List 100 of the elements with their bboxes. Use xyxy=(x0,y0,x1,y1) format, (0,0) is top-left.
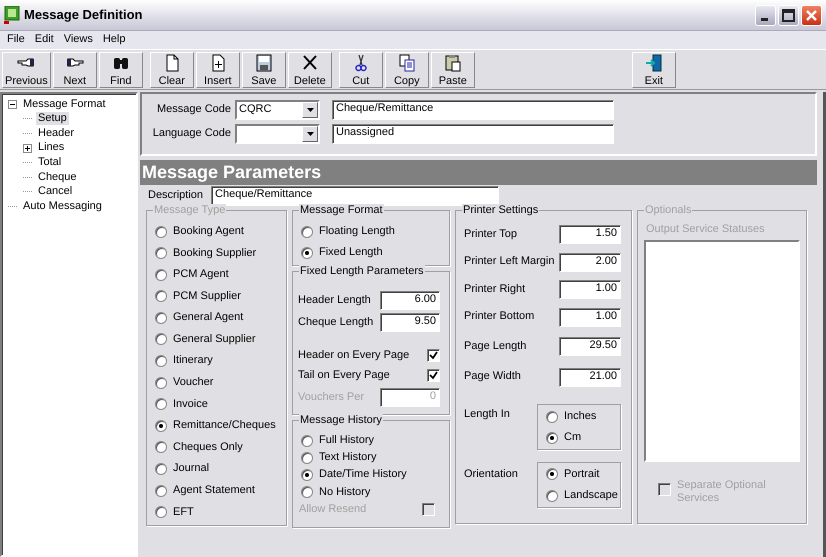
toolbar-button[interactable]: Find xyxy=(98,52,143,88)
radio-label: Landscape xyxy=(564,489,618,502)
field-label: Description xyxy=(148,189,204,203)
radio-label: Cm xyxy=(564,431,582,444)
exit-door-icon xyxy=(644,54,663,72)
number-field[interactable]: 6.00 xyxy=(380,291,440,310)
description-field[interactable]: Cheque/Remittance xyxy=(211,186,500,206)
window-title: Message Definition xyxy=(24,7,142,23)
name-field[interactable]: Unassigned xyxy=(332,124,614,144)
name-field[interactable]: Cheque/Remittance xyxy=(332,100,614,120)
radio-label: Journal xyxy=(173,462,210,476)
radio-label: Itinerary xyxy=(173,354,213,368)
menu-item[interactable]: Edit xyxy=(30,33,59,47)
radio-button[interactable] xyxy=(301,246,313,259)
field-label: Language Code xyxy=(152,127,231,141)
section-title: Message Parameters xyxy=(140,160,817,185)
field-label: Page Width xyxy=(464,370,521,384)
field-label: Printer Bottom xyxy=(464,310,534,324)
tree-item[interactable]: Header xyxy=(36,126,76,140)
toolbar-button[interactable]: Delete xyxy=(288,52,332,88)
radio-label: Invoice xyxy=(173,398,208,411)
minimize-button[interactable] xyxy=(755,4,776,26)
number-field[interactable]: 21.00 xyxy=(559,368,621,386)
menu-item[interactable]: File xyxy=(2,33,30,47)
status-list[interactable] xyxy=(644,240,800,462)
cross-icon xyxy=(300,54,319,72)
tree-item[interactable]: Auto Messaging xyxy=(21,200,104,214)
number-field[interactable]: 1.00 xyxy=(559,280,621,299)
tree-item[interactable]: Total xyxy=(36,156,64,170)
field-label: Header Length xyxy=(298,294,371,308)
maximize-button[interactable] xyxy=(778,4,799,26)
close-icon xyxy=(805,8,818,22)
tree-item[interactable]: Message Format xyxy=(21,98,108,111)
radio-label: Fixed Length xyxy=(319,246,383,260)
toolbar-button[interactable]: Insert xyxy=(196,52,240,88)
field-label: Orientation xyxy=(464,468,518,482)
toolbar-button[interactable]: Clear xyxy=(150,52,194,88)
copy-icon xyxy=(398,54,416,72)
field-label: Vouchers Per xyxy=(298,390,364,404)
field-label: Printer Left Margin xyxy=(464,255,554,269)
field-label: Length In xyxy=(464,408,510,422)
field-label: Cheque Length xyxy=(298,316,374,330)
menu-item[interactable]: Help xyxy=(98,33,130,47)
group-title: Fixed Length Parameters xyxy=(299,265,425,278)
number-field[interactable]: 9.50 xyxy=(380,313,440,332)
checkbox-label: Allow Resend xyxy=(299,502,366,516)
expand-icon[interactable] xyxy=(23,144,32,153)
clipboard-icon xyxy=(444,54,462,72)
number-field[interactable]: 1.50 xyxy=(559,225,621,244)
code-dropdown[interactable]: CQRC xyxy=(235,100,320,120)
toolbar-button[interactable]: Cut xyxy=(338,52,383,88)
radio-button[interactable] xyxy=(546,432,558,444)
field-label: Page Length xyxy=(464,340,526,354)
checkbox[interactable] xyxy=(427,349,440,362)
number-field[interactable]: 1.00 xyxy=(559,308,621,326)
tree-item[interactable]: Cancel xyxy=(36,185,74,198)
toolbar-button[interactable]: Save xyxy=(242,52,286,88)
close-button[interactable] xyxy=(801,4,822,26)
radio-label: Text History xyxy=(319,451,376,464)
toolbar-button[interactable]: Next xyxy=(52,52,97,88)
maximize-icon xyxy=(782,8,795,22)
radio-label: General Supplier xyxy=(173,332,256,346)
collapse-icon[interactable] xyxy=(8,100,17,109)
toolbar-button[interactable]: Copy xyxy=(384,52,429,88)
group-title: Message Format xyxy=(299,204,384,217)
number-field[interactable]: 29.50 xyxy=(559,337,621,356)
toolbar-button[interactable]: Previous xyxy=(2,52,51,88)
radio-label: Inches xyxy=(564,410,596,424)
radio-label: Booking Agent xyxy=(173,225,244,238)
radio-label: Date/Time History xyxy=(319,468,407,482)
group-title: Message Type xyxy=(153,204,226,217)
tree-item[interactable]: Cheque xyxy=(36,170,79,184)
group-title: Optionals xyxy=(644,204,692,217)
radio-label: Floating Length xyxy=(319,225,395,238)
field-label: Printer Top xyxy=(464,228,517,242)
caret-icon xyxy=(306,108,314,112)
radio-button[interactable] xyxy=(546,410,558,423)
radio-button[interactable] xyxy=(301,452,313,464)
field-label: Printer Right xyxy=(464,282,526,296)
tree-item[interactable]: Setup xyxy=(36,112,69,126)
field-label: Header on Every Page xyxy=(298,348,410,362)
radio-button[interactable] xyxy=(546,468,558,480)
radio-label: Booking Supplier xyxy=(173,246,256,260)
radio-button[interactable] xyxy=(301,486,313,498)
app-icon xyxy=(4,6,20,24)
radio-label: Voucher xyxy=(173,376,214,390)
radio-button[interactable] xyxy=(301,468,313,481)
toolbar-button[interactable]: Exit xyxy=(632,52,676,88)
field-label: Message Code xyxy=(156,103,231,117)
radio-button[interactable] xyxy=(301,226,313,238)
code-dropdown[interactable] xyxy=(235,124,320,144)
checkbox-label: Separate Optional Services xyxy=(677,479,767,506)
number-field[interactable]: 2.00 xyxy=(559,252,621,272)
menu-item[interactable]: Views xyxy=(58,33,98,47)
radio-button[interactable] xyxy=(546,490,558,502)
radio-label: Remittance/Cheques xyxy=(173,419,276,432)
toolbar-button[interactable]: Paste xyxy=(430,52,475,88)
radio-button[interactable] xyxy=(301,434,313,447)
checkbox[interactable] xyxy=(427,369,440,382)
tree-item[interactable]: Lines xyxy=(36,141,66,155)
